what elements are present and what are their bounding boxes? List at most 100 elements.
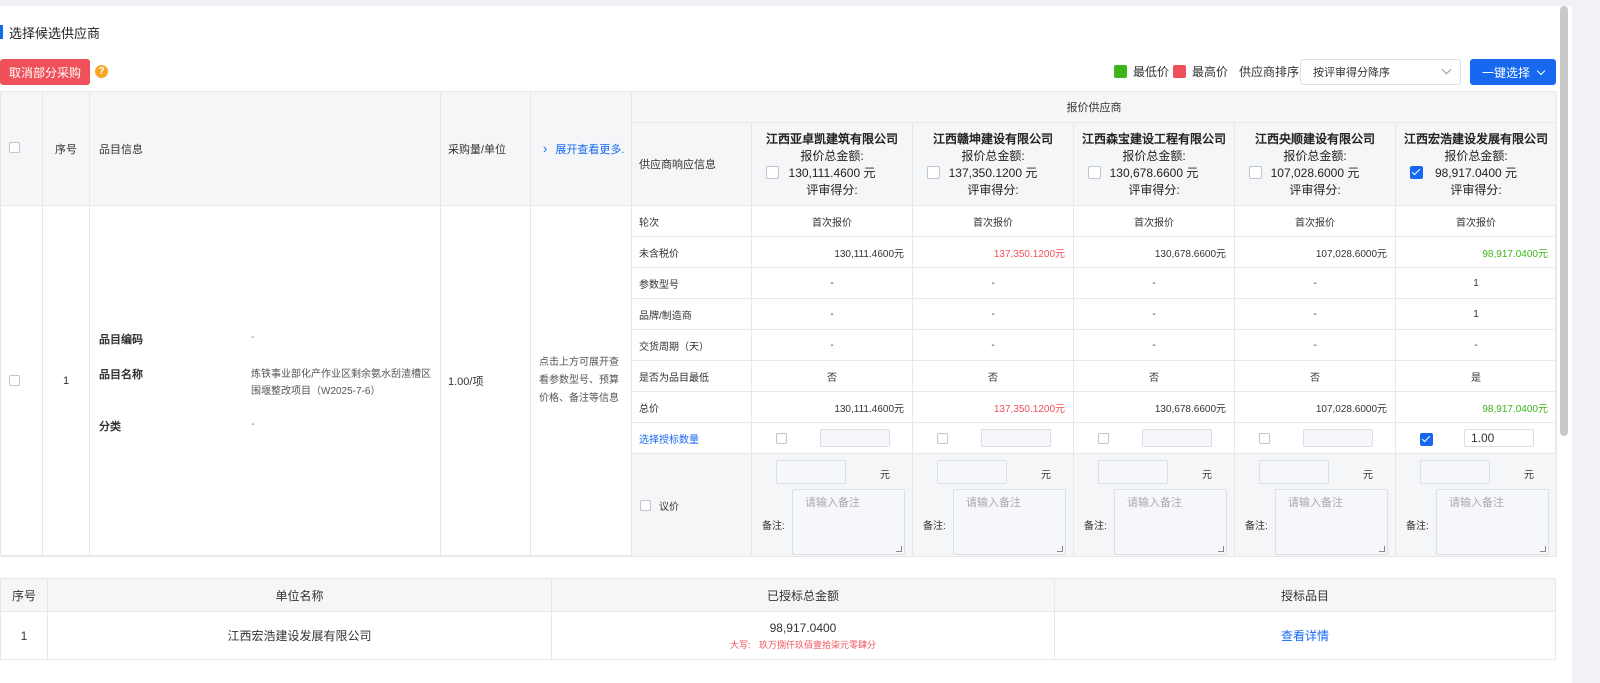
yuan-unit: 元	[1202, 470, 1212, 481]
yuan-unit: 元	[1041, 470, 1051, 481]
row-checkbox[interactable]	[9, 375, 20, 386]
item-category-label: 分类	[99, 421, 121, 433]
row-qty: 1.00/项	[441, 206, 531, 557]
bargain-price-input[interactable]	[776, 460, 846, 484]
line-value: 130,111.4600元	[752, 237, 913, 268]
cancel-partial-purchase-button[interactable]: 取消部分采购	[0, 59, 90, 85]
one-click-select-button[interactable]: 一键选择	[1470, 59, 1556, 85]
select-award-qty-link[interactable]: 选择授标数量	[632, 423, 752, 454]
legend-highest-label: 最高价	[1192, 65, 1229, 79]
award-qty-cell	[913, 423, 1074, 454]
remark-label: 备注:	[762, 521, 785, 532]
award-qty-cell	[752, 423, 913, 454]
summary-header-unit: 单位名称	[48, 579, 552, 612]
line-value: -	[1074, 330, 1235, 361]
quote-total-label: 报价总金额:	[961, 149, 1025, 163]
chevron-down-icon	[1441, 64, 1452, 75]
supplier-select-checkbox[interactable]	[1088, 166, 1101, 179]
line-value: 130,111.4600元	[752, 392, 913, 423]
supplier-select-checkbox[interactable]	[766, 166, 779, 179]
supplier-select-checkbox[interactable]	[1249, 166, 1262, 179]
award-qty-cell	[1074, 423, 1235, 454]
yuan-unit: 元	[1524, 470, 1534, 481]
header-response-info: 供应商响应信息	[632, 123, 752, 206]
header-select-all-cell	[1, 92, 43, 206]
supplier-name: 江西赣坤建设有限公司	[932, 132, 1053, 146]
row-item-info: 品目编码 - 品目名称 炼铁事业部化产作业区剩余氨水刮渣槽区围堰整改项目（W20…	[90, 206, 441, 557]
sort-select[interactable]: 按评审得分降序	[1300, 59, 1461, 85]
award-qty-input[interactable]	[820, 429, 890, 447]
line-value: 137,350.1200元	[913, 237, 1074, 268]
bargain-checkbox[interactable]	[640, 499, 651, 511]
line-label: 交货周期（天）	[632, 330, 752, 361]
view-detail-link[interactable]: 查看详情	[1055, 612, 1555, 659]
page: 选择候选供应商 取消部分采购 ? 最低价 最高价 供应商排序 按评审得分降序 一…	[0, 6, 1572, 683]
remark-textarea[interactable]: 请输入备注	[792, 489, 905, 555]
award-qty-checkbox[interactable]	[1098, 433, 1109, 444]
item-name-label: 品目名称	[99, 369, 143, 381]
chevron-right-icon: ›	[543, 141, 548, 156]
line-value: -	[913, 268, 1074, 299]
summary-header-items: 授标品目	[1280, 589, 1329, 603]
bargain-price-input[interactable]	[937, 460, 1007, 484]
award-qty-checkbox[interactable]	[1259, 433, 1270, 444]
legend-lowest-label: 最低价	[1133, 65, 1170, 79]
select-all-checkbox[interactable]	[9, 142, 20, 153]
section-title: 选择候选供应商	[0, 24, 100, 41]
item-code-value: -	[251, 331, 255, 343]
bargain-price-input[interactable]	[1420, 460, 1490, 484]
award-qty-checkbox[interactable]	[1420, 433, 1433, 446]
line-value: 1	[1396, 299, 1557, 330]
summary-amount-capital: 大写: 玖万捌仟玖佰壹拾柒元零肆分	[730, 638, 876, 651]
remark-label: 备注:	[1245, 521, 1268, 532]
bargain-input-cell: 元备注: 请输入备注	[752, 454, 913, 557]
line-value: -	[1235, 330, 1396, 361]
bargain-price-input[interactable]	[1259, 460, 1329, 484]
capital-label: 大写:	[729, 639, 751, 650]
remark-textarea[interactable]: 请输入备注	[1436, 489, 1549, 555]
expand-more-link[interactable]: › 展开查看更多...	[531, 92, 632, 206]
line-value: 130,678.6600元	[1074, 392, 1235, 423]
remark-label: 备注:	[1084, 521, 1107, 532]
summary-header-seq: 序号	[1, 579, 48, 612]
supplier-select-checkbox[interactable]	[927, 166, 940, 179]
bargain-input-cell: 元备注: 请输入备注	[913, 454, 1074, 557]
help-icon[interactable]: ?	[95, 65, 108, 78]
line-value: -	[913, 299, 1074, 330]
award-qty-input[interactable]	[1142, 429, 1212, 447]
remark-textarea[interactable]: 请输入备注	[953, 489, 1066, 555]
award-qty-checkbox[interactable]	[937, 433, 948, 444]
supplier-select-checkbox[interactable]	[1410, 166, 1423, 179]
vertical-scrollbar[interactable]	[1560, 6, 1568, 436]
supplier-quote-table: 序号 品目信息 采购量/单位 › 展开查看更多... 报价供应商 供应商响应信息…	[0, 91, 1557, 557]
summary-amount-cell: 98,917.0400 大写: 玖万捌仟玖佰壹拾柒元零肆分	[552, 612, 1055, 659]
legend-lowest: 最低价	[1114, 63, 1169, 80]
header-supplier-group: 报价供应商	[632, 92, 1557, 123]
score-label: 评审得分:	[1128, 183, 1180, 197]
one-click-select-label: 一键选择	[1481, 65, 1530, 80]
summary-amount: 98,917.0400	[769, 620, 837, 635]
award-qty-checkbox[interactable]	[776, 433, 787, 444]
sort-label: 供应商排序	[1239, 65, 1300, 79]
bargain-price-input[interactable]	[1098, 460, 1168, 484]
line-label: 轮次	[632, 206, 752, 237]
header-seq: 序号	[43, 92, 90, 206]
supplier-name: 江西央顺建设有限公司	[1254, 132, 1375, 146]
line-value: 否	[1235, 361, 1396, 392]
quote-total-label: 报价总金额:	[1283, 149, 1347, 163]
row-expand-hint: 点击上方可展开查看参数型号、预算价格、备注等信息	[531, 206, 632, 557]
line-value: -	[1396, 330, 1557, 361]
item-code-label: 品目编码	[99, 334, 143, 346]
line-value: 130,678.6600元	[1074, 237, 1235, 268]
line-value: -	[913, 330, 1074, 361]
remark-textarea[interactable]: 请输入备注	[1275, 489, 1388, 555]
remark-textarea[interactable]: 请输入备注	[1114, 489, 1227, 555]
award-qty-input[interactable]	[981, 429, 1051, 447]
award-qty-input[interactable]: 1.00	[1464, 429, 1534, 447]
summary-unit-name: 江西宏浩建设发展有限公司	[48, 612, 552, 659]
award-qty-input[interactable]	[1303, 429, 1373, 447]
expand-more-label: 展开查看更多...	[555, 143, 626, 156]
title-accent-bar	[0, 25, 3, 39]
line-value: 107,028.6000元	[1235, 237, 1396, 268]
bargain-input-cell: 元备注: 请输入备注	[1235, 454, 1396, 557]
